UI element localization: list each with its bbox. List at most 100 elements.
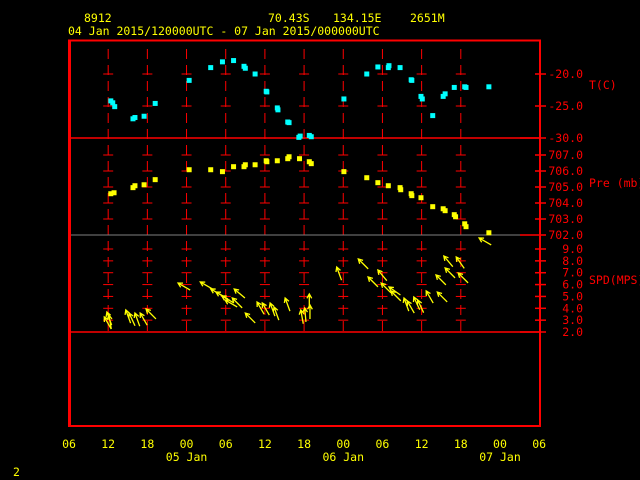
y-tick-label: -25.0 [548,99,583,113]
wind-arrow [233,288,246,299]
x-tick-label: 06 [62,437,76,451]
wind-arrow [244,312,256,324]
wind-arrow-shape [124,308,132,324]
temperature-point [308,134,314,140]
station-elevation: 2651M [410,11,445,25]
wind-arrow [435,274,447,286]
page-number: 2 [13,465,20,479]
pressure-point [186,167,192,173]
y-tick-label: -30.0 [548,131,583,145]
temperature-point [486,84,492,90]
date-label: 07 Jan [479,450,521,464]
y-tick-label: -20.0 [548,67,583,81]
wind-arrow [335,265,343,281]
temperature-point [375,64,381,70]
x-tick-label: 00 [180,437,194,451]
y-tick-label: 702.0 [548,228,583,242]
pressure-axis-label: Pre (mb) [589,176,640,190]
pressure-point [252,162,258,168]
x-tick-label: 00 [493,437,507,451]
temperature-point [252,71,258,77]
x-tick-label: 12 [258,437,272,451]
pressure-point [409,193,415,199]
wind-arrow-shape [139,311,148,326]
wind-arrow [124,308,132,324]
wind-arrow [477,237,492,246]
wind-arrow [357,258,369,270]
wind-arrow [457,271,469,284]
pressure-point [208,167,214,173]
temperature-point [208,65,214,71]
x-tick-label: 18 [297,437,311,451]
pressure-point [418,195,424,201]
pressure-point [141,182,147,188]
wind-arrow-shape [244,312,256,324]
x-tick-label: 18 [140,437,154,451]
y-tick-label: 706.0 [548,164,583,178]
temperature-point [242,65,248,71]
y-tick-label: 704.0 [548,196,583,210]
wind-arrow-shape [133,311,141,327]
wind-arrow [133,311,141,327]
wind-arrow-shape [455,255,465,269]
pressure-point [297,156,303,162]
time-period: 04 Jan 2015/120000UTC - 07 Jan 2015/0000… [68,24,380,38]
temperature-point [132,115,138,121]
wind-arrow-shape [367,276,379,288]
temperature-point [141,113,147,119]
temperature-point [397,65,403,71]
wind-arrow-shape [199,281,213,290]
wind-arrow-shape [306,303,313,319]
x-tick-label: 06 [376,437,390,451]
temperature-point [442,91,448,97]
wind-arrow [283,296,291,312]
pressure-point [286,154,292,160]
y-tick-label: 703.0 [548,212,583,226]
station-latitude: 70.43S [268,11,310,25]
wind-arrow-shape [444,267,456,279]
temperature-point [231,58,237,64]
date-label: 05 Jan [166,450,208,464]
temperature-point [152,100,158,106]
wind-arrow [139,311,148,326]
wind-arrow-shape [436,291,448,303]
temperature-point [419,96,425,102]
temperature-point [264,89,270,95]
temperature-point [219,59,225,65]
wind-arrow-shape [335,265,343,281]
wind-arrow-shape [457,271,469,284]
wind-arrow [199,281,213,290]
x-tick-label: 06 [532,437,546,451]
wind-arrow [306,303,313,319]
temperature-point [112,104,118,110]
pressure-point [430,204,436,210]
pressure-point [111,190,117,196]
x-tick-label: 12 [101,437,115,451]
temperature-point [451,84,457,90]
wind-arrow-shape [442,254,454,268]
pressure-point [398,187,404,193]
wind-arrow [442,254,454,268]
wind-arrow-shape [283,296,291,312]
station-longitude: 134.15E [333,11,382,25]
y-tick-label: 707.0 [548,148,583,162]
y-tick-label: 2.0 [562,325,583,339]
x-tick-label: 12 [415,437,429,451]
wind-arrow-shape [357,258,369,270]
temperature-point [186,77,192,83]
temperature-point [409,77,415,83]
pressure-point [341,169,347,175]
pressure-point [152,177,158,183]
temperature-point [275,107,281,113]
wind-arrow-shape [233,288,246,299]
x-tick-label: 00 [336,437,350,451]
pressure-point [308,161,314,167]
wind-arrow [425,289,434,304]
pressure-point [463,224,469,230]
temperature-point [463,84,469,90]
pressure-point [442,208,448,214]
data-marks [103,58,492,330]
pressure-point [486,230,492,236]
temperature-point [364,71,370,77]
wind-arrow [436,291,448,303]
